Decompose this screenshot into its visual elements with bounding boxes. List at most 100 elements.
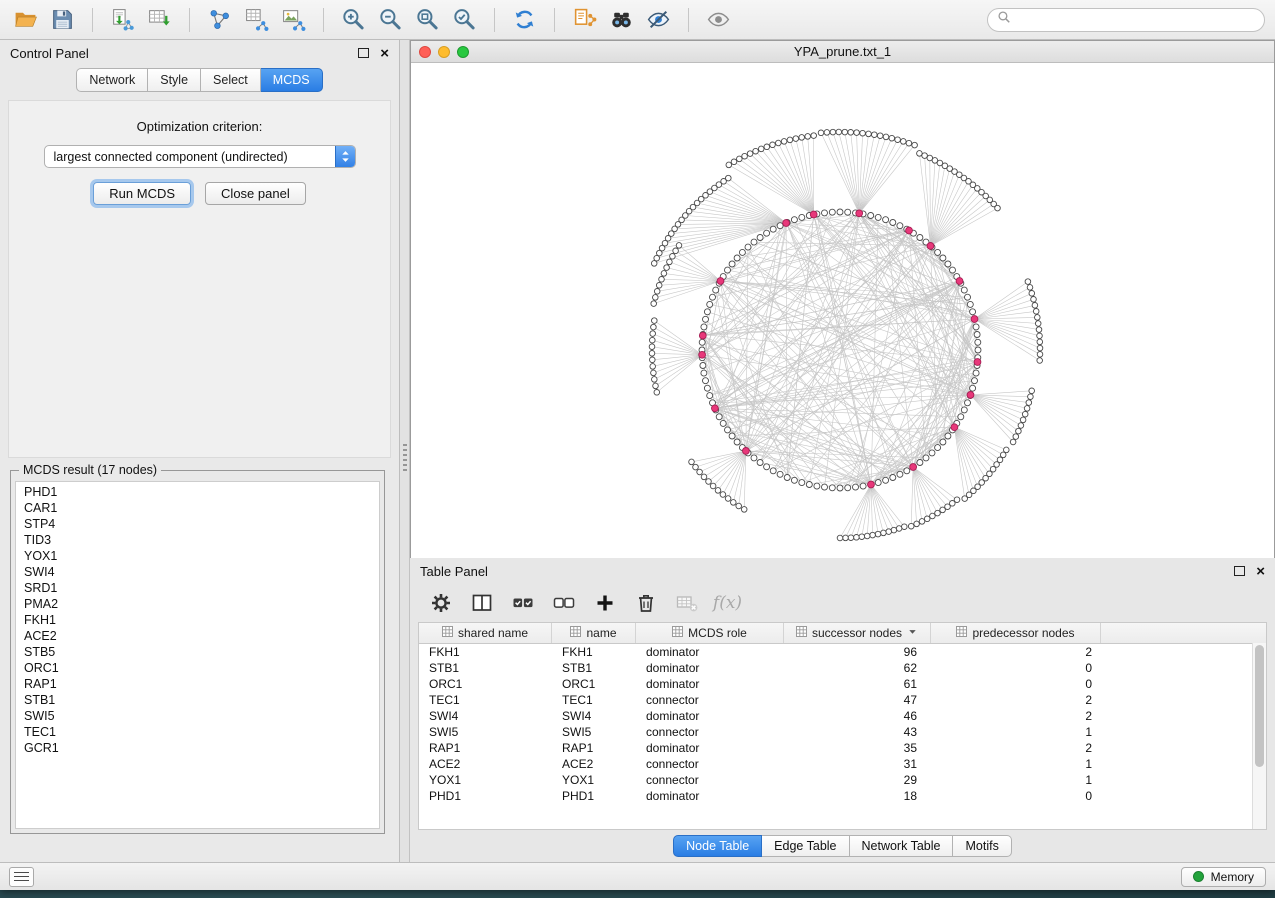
- mcds-result-item[interactable]: STP4: [16, 516, 379, 532]
- column-header-shared-name[interactable]: shared name: [419, 623, 552, 643]
- mcds-result-item[interactable]: TID3: [16, 532, 379, 548]
- tab-network[interactable]: Network: [76, 68, 148, 92]
- clone-network-icon[interactable]: [569, 6, 600, 34]
- tab-mcds[interactable]: MCDS: [261, 68, 323, 92]
- mcds-result-item[interactable]: RAP1: [16, 676, 379, 692]
- import-network-icon[interactable]: [107, 6, 138, 34]
- export-network-icon[interactable]: [204, 6, 235, 34]
- memory-label: Memory: [1211, 870, 1254, 884]
- add-row-icon[interactable]: [590, 589, 619, 617]
- table-tab-motifs[interactable]: Motifs: [953, 835, 1011, 857]
- mcds-result-item[interactable]: SRD1: [16, 580, 379, 596]
- search-input[interactable]: [1016, 12, 1255, 28]
- mcds-result-item[interactable]: TEC1: [16, 724, 379, 740]
- mcds-result-item[interactable]: GCR1: [16, 740, 379, 756]
- panel-splitter[interactable]: [400, 40, 410, 862]
- refresh-icon[interactable]: [509, 6, 540, 34]
- float-control-panel-icon[interactable]: [358, 48, 369, 58]
- table-tab-edge-table[interactable]: Edge Table: [762, 835, 849, 857]
- show-details-icon[interactable]: [703, 6, 734, 34]
- function-builder-icon[interactable]: f(x): [713, 589, 742, 617]
- close-control-panel-icon[interactable]: ×: [380, 46, 389, 61]
- table-row[interactable]: STB1STB1dominator620: [419, 660, 1266, 676]
- save-icon[interactable]: [47, 6, 78, 34]
- mcds-result-item[interactable]: STB1: [16, 692, 379, 708]
- open-folder-icon[interactable]: [10, 6, 41, 34]
- splitter-grip-icon[interactable]: [403, 444, 407, 472]
- delete-row-icon[interactable]: [631, 589, 660, 617]
- network-canvas[interactable]: [411, 63, 1274, 558]
- zoom-fit-icon[interactable]: [412, 6, 443, 34]
- table-scrollbar[interactable]: [1252, 643, 1266, 829]
- table-tab-network-table[interactable]: Network Table: [850, 835, 954, 857]
- control-panel-tabs: NetworkStyleSelectMCDS: [0, 68, 399, 92]
- dropdown-value: largest connected component (undirected): [45, 150, 335, 164]
- export-image-icon[interactable]: [278, 6, 309, 34]
- cell-name: ORC1: [552, 676, 636, 692]
- mcds-result-item[interactable]: ORC1: [16, 660, 379, 676]
- table-row[interactable]: SWI4SWI4dominator462: [419, 708, 1266, 724]
- import-table-icon[interactable]: [144, 6, 175, 34]
- mcds-result-item[interactable]: ACE2: [16, 628, 379, 644]
- table-header-row: shared name name MCDS rolesuccessor nodesp…: [419, 623, 1266, 644]
- mcds-result-item[interactable]: SWI5: [16, 708, 379, 724]
- zoom-selected-icon[interactable]: [449, 6, 480, 34]
- table-row[interactable]: PHD1PHD1dominator180: [419, 788, 1266, 804]
- column-header-predecessor-nodes[interactable]: predecessor nodes: [931, 623, 1101, 643]
- zoom-out-icon[interactable]: [375, 6, 406, 34]
- export-table-icon[interactable]: [241, 6, 272, 34]
- maximize-window-button[interactable]: [457, 46, 469, 58]
- mcds-result-item[interactable]: FKH1: [16, 612, 379, 628]
- memory-status-icon: [1193, 871, 1204, 882]
- memory-button[interactable]: Memory: [1181, 867, 1266, 887]
- column-label: name: [586, 626, 616, 640]
- table-row[interactable]: RAP1RAP1dominator352: [419, 740, 1266, 756]
- table-tab-node-table[interactable]: Node Table: [673, 835, 762, 857]
- cell-name: YOX1: [552, 772, 636, 788]
- column-grid-icon: [570, 626, 581, 640]
- float-table-panel-icon[interactable]: [1234, 566, 1245, 576]
- tab-style[interactable]: Style: [148, 68, 201, 92]
- cell-name: PHD1: [552, 788, 636, 804]
- table-row[interactable]: ORC1ORC1dominator610: [419, 676, 1266, 692]
- column-header-name[interactable]: name: [552, 623, 636, 643]
- hide-details-icon[interactable]: [643, 6, 674, 34]
- optimization-criterion-select[interactable]: largest connected component (undirected): [44, 145, 356, 168]
- deselect-all-icon[interactable]: [549, 589, 578, 617]
- close-panel-button[interactable]: Close panel: [205, 182, 306, 205]
- tab-select[interactable]: Select: [201, 68, 261, 92]
- table-panel: Table Panel × f(x) shared namenameMCDS r…: [410, 558, 1275, 862]
- settings-gear-icon[interactable]: [426, 589, 455, 617]
- show-columns-icon[interactable]: [467, 589, 496, 617]
- close-table-panel-icon[interactable]: ×: [1256, 564, 1265, 579]
- run-mcds-button[interactable]: Run MCDS: [93, 182, 191, 205]
- status-bar: Memory: [0, 862, 1275, 890]
- binoculars-icon[interactable]: [606, 6, 637, 34]
- column-header-successor-nodes[interactable]: successor nodes: [784, 623, 931, 643]
- status-menu-button[interactable]: [9, 867, 34, 887]
- toolbar-separator: [688, 8, 689, 32]
- table-row[interactable]: SWI5SWI5connector431: [419, 724, 1266, 740]
- import-disabled-icon[interactable]: [672, 589, 701, 617]
- table-row[interactable]: YOX1YOX1connector291: [419, 772, 1266, 788]
- search-box[interactable]: [987, 8, 1265, 32]
- scrollbar-thumb[interactable]: [1255, 645, 1264, 767]
- select-all-icon[interactable]: [508, 589, 537, 617]
- column-header-MCDS-role[interactable]: MCDS role: [636, 623, 784, 643]
- mcds-result-item[interactable]: YOX1: [16, 548, 379, 564]
- table-row[interactable]: TEC1TEC1connector472: [419, 692, 1266, 708]
- mcds-result-item[interactable]: CAR1: [16, 500, 379, 516]
- cell-predecessor-nodes: 2: [931, 644, 1101, 660]
- column-label: shared name: [458, 626, 528, 640]
- mcds-result-item[interactable]: PMA2: [16, 596, 379, 612]
- network-window-titlebar[interactable]: YPA_prune.txt_1: [411, 41, 1274, 63]
- close-window-button[interactable]: [419, 46, 431, 58]
- mcds-result-item[interactable]: PHD1: [16, 484, 379, 500]
- table-row[interactable]: FKH1FKH1dominator962: [419, 644, 1266, 660]
- mcds-result-item[interactable]: STB5: [16, 644, 379, 660]
- column-grid-icon: [956, 626, 967, 640]
- zoom-in-icon[interactable]: [338, 6, 369, 34]
- mcds-result-item[interactable]: SWI4: [16, 564, 379, 580]
- minimize-window-button[interactable]: [438, 46, 450, 58]
- table-row[interactable]: ACE2ACE2connector311: [419, 756, 1266, 772]
